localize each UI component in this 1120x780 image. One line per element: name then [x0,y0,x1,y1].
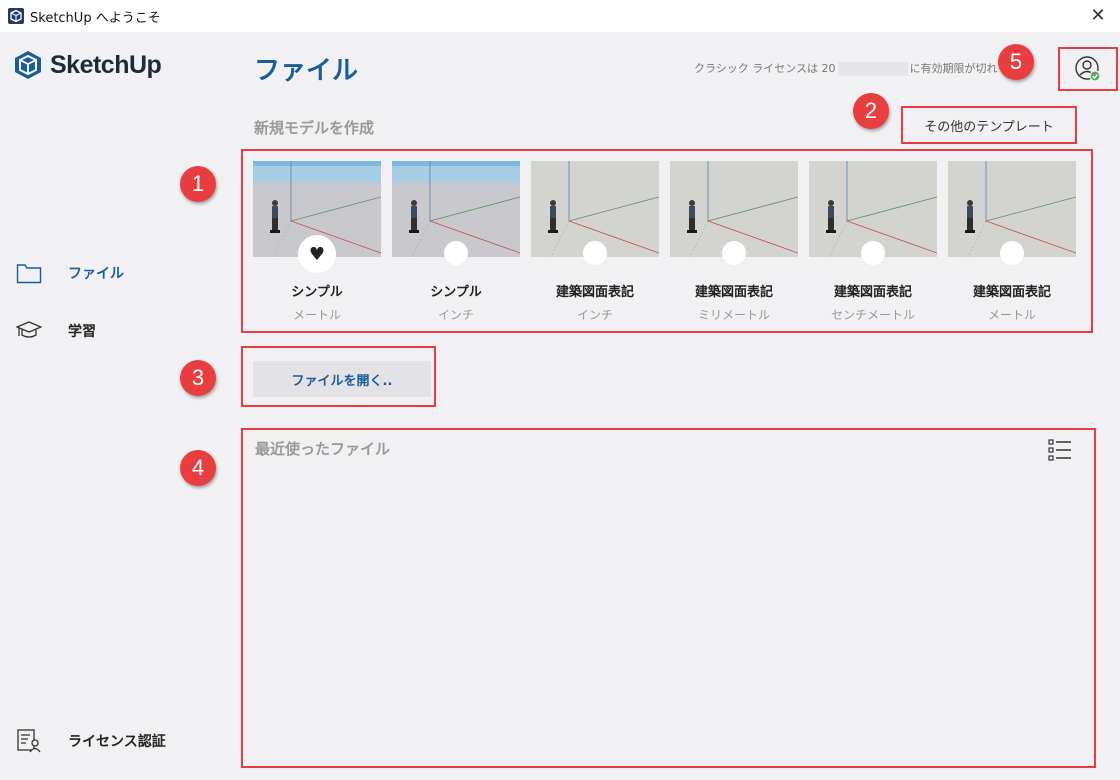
sidebar-item-files[interactable]: ファイル [16,262,124,284]
template-card[interactable]: 建築図面表記 メートル [948,161,1076,323]
template-unit: メートル [987,308,1036,322]
close-window-button[interactable]: ✕ [1086,4,1110,28]
template-name: 建築図面表記 [972,285,1051,300]
callout-4: 4 [180,450,216,486]
sketchup-logo-icon [15,51,41,79]
favorite-toggle-icon[interactable] [583,241,607,265]
license-message-suffix: に有効期限が切れ [909,62,998,75]
callout-1: 1 [180,166,216,202]
template-list: ♥ シンプル メートル シンプル インチ 建築図面表記 インチ 建築図面表記 ミリメートル 建築図… [241,149,1093,333]
sidebar-item-label: 学習 [68,324,96,340]
template-card[interactable]: ♥ シンプルメートル [253,161,381,323]
favorite-toggle-icon[interactable] [444,241,468,265]
page-title: ファイル [254,56,359,86]
template-card[interactable]: 建築図面表記 ミリメートル [670,161,798,323]
callout-2: 2 [853,93,889,129]
sidebar-item-license[interactable]: ライセンス認証 [16,728,166,754]
sketchup-logo: SketchUp [14,50,162,80]
open-file-button[interactable]: ファイルを開く.. [253,361,431,397]
account-icon [1075,56,1101,82]
template-unit: インチ [437,308,474,322]
template-name: シンプル [430,285,482,300]
window-title: SketchUp へようこそ [30,10,161,26]
favorite-toggle-icon[interactable] [1000,241,1024,265]
template-card[interactable]: シンプル インチ [392,161,520,323]
favorite-heart-icon[interactable]: ♥ [298,235,336,273]
template-unit: ミリメートル [697,308,770,322]
new-model-heading: 新規モデルを作成 [254,119,375,137]
callout-5: 5 [998,44,1034,80]
template-name: 建築図面表記 [694,285,773,300]
graduation-cap-icon [16,321,42,338]
account-button[interactable] [1058,47,1118,91]
template-unit: メートル [292,308,341,322]
template-unit: インチ [576,308,613,322]
recent-files-heading: 最近使ったファイル [255,440,391,458]
recent-files-panel: 最近使ったファイル [241,428,1096,768]
logo-text: SketchUp [50,50,162,79]
list-view-icon[interactable] [1048,438,1072,462]
license-message-prefix: クラシック ライセンスは 20 [694,62,836,75]
title-bar: SketchUp へようこそ ✕ [0,0,1120,32]
callout-3: 3 [180,360,216,396]
open-file-area: ファイルを開く.. [241,346,436,407]
license-icon [17,729,41,753]
sidebar-item-label: ファイル [68,266,124,282]
template-card[interactable]: 建築図面表記 インチ [531,161,659,323]
close-icon: ✕ [1090,5,1106,26]
favorite-toggle-icon[interactable] [722,241,746,265]
favorite-toggle-icon[interactable] [861,241,885,265]
template-name: シンプル [291,285,343,300]
sidebar-item-label: ライセンス認証 [68,734,166,750]
template-card[interactable]: 建築図面表記 センチメートル [809,161,937,323]
sketchup-app-icon [8,8,24,24]
redacted-date [837,62,908,76]
more-templates-button[interactable]: その他のテンプレート [901,106,1077,144]
folder-icon [16,264,42,284]
template-name: 建築図面表記 [833,285,912,300]
license-status-message[interactable]: クラシック ライセンスは 20 に有効期限が切れ [694,60,998,76]
sidebar-item-learn[interactable]: 学習 [16,320,96,342]
template-name: 建築図面表記 [555,285,634,300]
template-unit: センチメートル [830,308,915,322]
